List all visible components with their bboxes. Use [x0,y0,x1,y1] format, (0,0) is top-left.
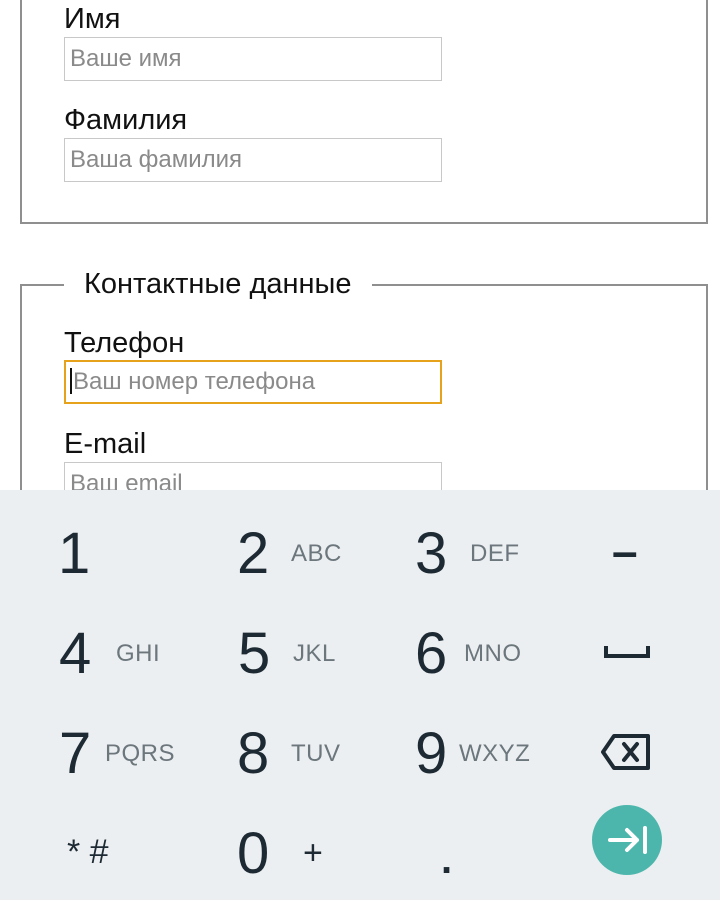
key-8-letters: TUV [291,740,341,767]
email-label: E-mail [64,428,147,460]
key-2-letters: ABC [291,540,342,567]
key-0[interactable]: 0 + [180,802,360,900]
space-bar-icon [604,646,650,658]
key-9[interactable]: 9 WXYZ [360,702,540,802]
key-4-letters: GHI [116,640,161,667]
backspace-icon [601,734,650,770]
key-3-digit: 3 [415,521,448,586]
key-0-plus: + [303,834,323,872]
key-0-digit: 0 [237,821,270,886]
last-name-label: Фамилия [64,104,188,136]
key-dot[interactable]: . [360,802,540,900]
text-caret [70,368,72,394]
key-4[interactable]: 4 GHI [0,602,180,702]
key-1[interactable]: 1 [0,502,180,602]
key-6[interactable]: 6 MNO [360,602,540,702]
key-dash[interactable]: – [540,502,720,602]
key-6-digit: 6 [415,621,448,686]
key-5-digit: 5 [238,621,271,686]
key-7[interactable]: 7 PQRS [0,702,180,802]
key-2[interactable]: 2 ABC [180,502,360,602]
star-hash-symbol: * # [67,833,109,871]
key-star-hash[interactable]: * # [0,802,180,900]
contact-legend: Контактные данные [64,266,372,302]
key-9-digit: 9 [415,721,448,786]
key-8-digit: 8 [237,721,270,786]
key-8[interactable]: 8 TUV [180,702,360,802]
key-2-digit: 2 [237,521,270,586]
next-field-button[interactable] [592,805,662,875]
tab-next-icon [608,826,647,854]
key-space[interactable] [540,602,720,702]
key-backspace[interactable] [540,702,720,802]
phone-label: Телефон [64,327,185,359]
key-6-letters: MNO [464,640,522,667]
key-3-letters: DEF [470,540,520,567]
last-name-placeholder: Ваша фамилия [70,146,243,173]
dot-symbol: . [441,838,453,882]
dash-symbol: – [612,525,638,577]
last-name-input[interactable]: Ваша фамилия [64,138,442,182]
first-name-placeholder: Ваше имя [70,45,182,72]
key-5-letters: JKL [293,640,336,667]
key-7-letters: PQRS [105,740,176,767]
numeric-keyboard: 1 2 ABC 3 DEF – 4 GHI 5 JKL 6 MNO 7 PQRS… [0,490,720,900]
key-5[interactable]: 5 JKL [180,602,360,702]
key-9-letters: WXYZ [459,740,531,767]
key-3[interactable]: 3 DEF [360,502,540,602]
phone-placeholder: Ваш номер телефона [73,368,316,395]
phone-input[interactable]: Ваш номер телефона [64,360,442,404]
key-1-digit: 1 [58,521,91,586]
first-name-label: Имя [64,3,121,35]
key-4-digit: 4 [59,621,92,686]
key-7-digit: 7 [59,721,92,786]
first-name-input[interactable]: Ваше имя [64,37,442,81]
